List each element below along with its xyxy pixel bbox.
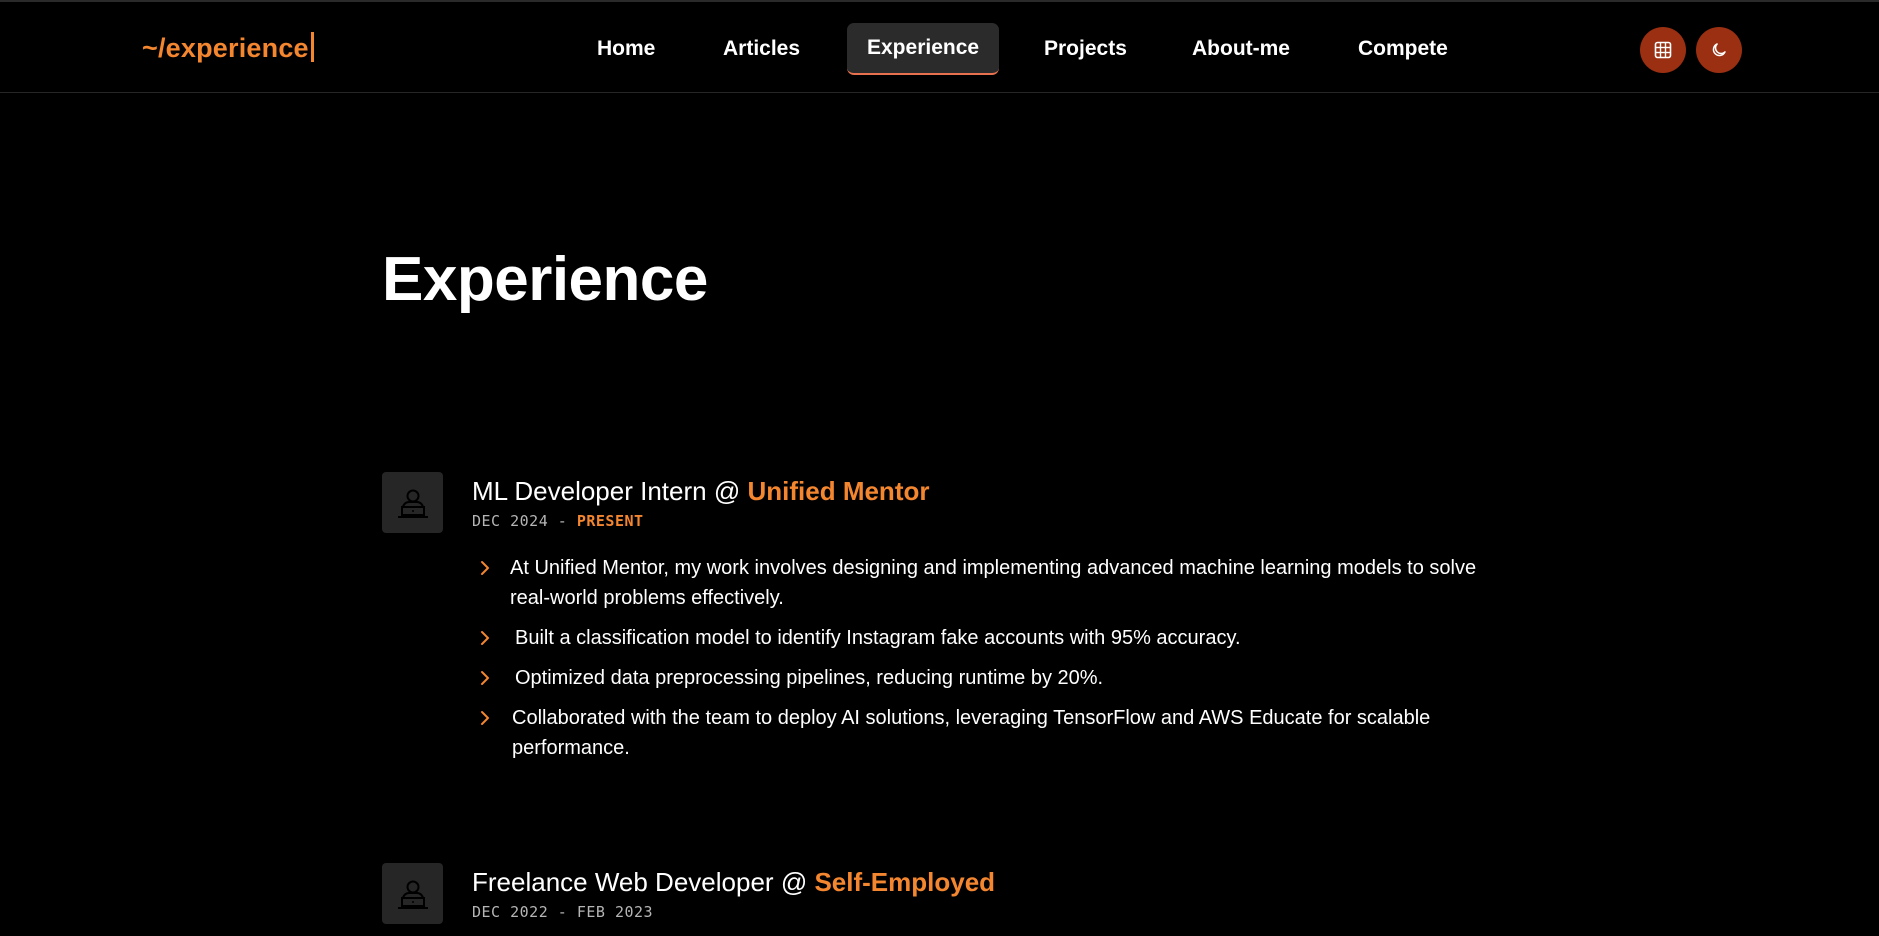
main-nav: Home Articles Experience Projects About-… <box>0 2 1879 95</box>
list-item-text: Collaborated with the team to deploy AI … <box>512 707 1431 759</box>
person-laptop-icon <box>397 489 428 518</box>
nav-articles[interactable]: Articles <box>703 23 820 75</box>
date-start: DEC 2022 <box>472 903 549 921</box>
top-navbar: ~/experience Home Articles Experience Pr… <box>0 0 1879 93</box>
date-range: DEC 2024 - PRESENT <box>472 512 644 530</box>
date-end: FEB 2023 <box>576 903 654 921</box>
date-range: DEC 2022 - FEB 2023 <box>472 903 653 921</box>
nav-about-me[interactable]: About-me <box>1172 23 1310 75</box>
date-end: PRESENT <box>576 512 644 530</box>
list-item: Optimized data preprocessing pipelines, … <box>477 663 1507 693</box>
responsibility-list: At Unified Mentor, my work involves desi… <box>477 553 1507 773</box>
nav-home[interactable]: Home <box>577 23 675 75</box>
theme-toggle-button[interactable] <box>1696 27 1742 73</box>
list-item: Collaborated with the team to deploy AI … <box>477 703 1507 763</box>
chevron-right-icon <box>481 711 489 725</box>
chevron-right-icon <box>481 561 489 575</box>
list-item-text: Optimized data preprocessing pipelines, … <box>515 667 1104 689</box>
avatar <box>382 472 443 533</box>
grid-view-button[interactable] <box>1640 27 1686 73</box>
person-laptop-icon <box>397 880 428 909</box>
experience-entry: Freelance Web Developer @ Self-Employed … <box>382 863 1502 936</box>
nav-compete[interactable]: Compete <box>1338 23 1468 75</box>
chevron-right-icon <box>481 671 489 685</box>
role-title: Freelance Web Developer <box>472 867 774 897</box>
list-item: At Unified Mentor, my work involves desi… <box>477 553 1507 613</box>
nav-experience[interactable]: Experience <box>847 23 1000 75</box>
at-separator: @ <box>780 867 808 897</box>
list-item-text: At Unified Mentor, my work involves desi… <box>510 557 1477 609</box>
role-title: ML Developer Intern <box>472 476 707 506</box>
at-separator: @ <box>713 476 741 506</box>
date-start: DEC 2024 <box>472 512 549 530</box>
list-item: Built a classification model to identify… <box>477 623 1507 653</box>
moon-icon <box>1712 43 1726 57</box>
experience-heading: Freelance Web Developer @ Self-Employed <box>472 867 995 898</box>
experience-entry: ML Developer Intern @ Unified Mentor DEC… <box>382 472 1502 772</box>
grid-icon <box>1654 41 1672 59</box>
avatar <box>382 863 443 924</box>
list-item-text: Built a classification model to identify… <box>515 627 1241 649</box>
company-name: Self-Employed <box>814 867 996 897</box>
experience-heading: ML Developer Intern @ Unified Mentor <box>472 476 929 507</box>
date-separator: - <box>557 512 568 530</box>
date-separator: - <box>557 903 568 921</box>
company-name: Unified Mentor <box>747 476 930 506</box>
nav-projects[interactable]: Projects <box>1024 23 1147 75</box>
chevron-right-icon <box>481 631 489 645</box>
page-title: Experience <box>382 245 708 314</box>
